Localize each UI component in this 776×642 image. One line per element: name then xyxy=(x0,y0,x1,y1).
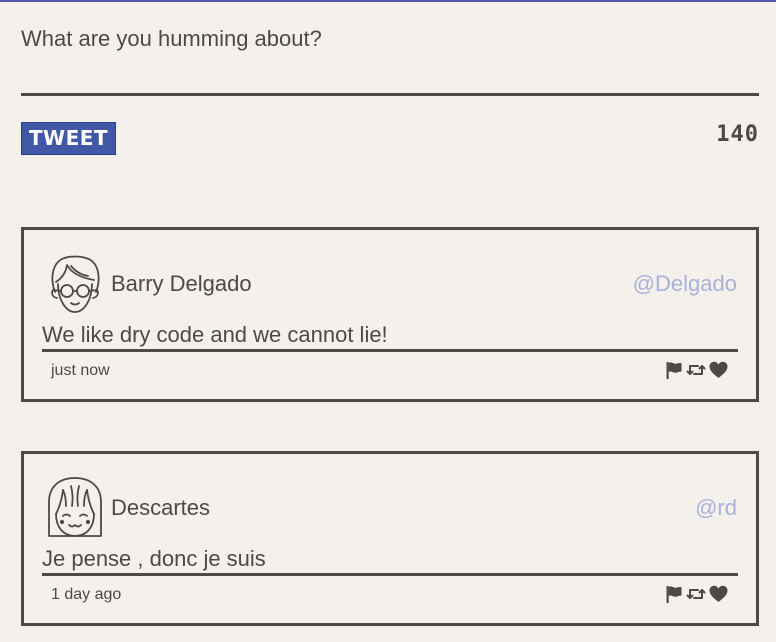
flag-icon[interactable] xyxy=(665,585,683,603)
tweet-card: Barry Delgado @Delgado We like dry code … xyxy=(21,227,759,402)
heart-icon[interactable] xyxy=(709,585,728,603)
tweet-text: Je pense , donc je suis xyxy=(42,545,738,576)
retweet-icon[interactable] xyxy=(686,361,706,379)
user-handle[interactable]: @Delgado xyxy=(633,271,737,297)
user-name[interactable]: Barry Delgado xyxy=(111,271,252,297)
user-name[interactable]: Descartes xyxy=(111,495,210,521)
tweet-input[interactable] xyxy=(21,2,759,96)
tweet-timestamp: 1 day ago xyxy=(51,586,122,603)
compose-area: TWEET 140 xyxy=(21,2,759,155)
flag-icon[interactable] xyxy=(665,361,683,379)
tweet-actions xyxy=(665,585,728,603)
tweet-button[interactable]: TWEET xyxy=(21,122,116,155)
boy-glasses-avatar-icon xyxy=(46,252,104,318)
char-counter: 140 xyxy=(716,122,759,147)
tweet-actions xyxy=(665,361,728,379)
girl-bangs-avatar-icon xyxy=(46,476,104,542)
user-handle[interactable]: @rd xyxy=(695,495,737,521)
tweet-timestamp: just now xyxy=(51,362,110,379)
retweet-icon[interactable] xyxy=(686,585,706,603)
tweet-text: We like dry code and we cannot lie! xyxy=(42,321,738,352)
heart-icon[interactable] xyxy=(709,361,728,379)
tweet-card: Descartes @rd Je pense , donc je suis 1 … xyxy=(21,451,759,626)
